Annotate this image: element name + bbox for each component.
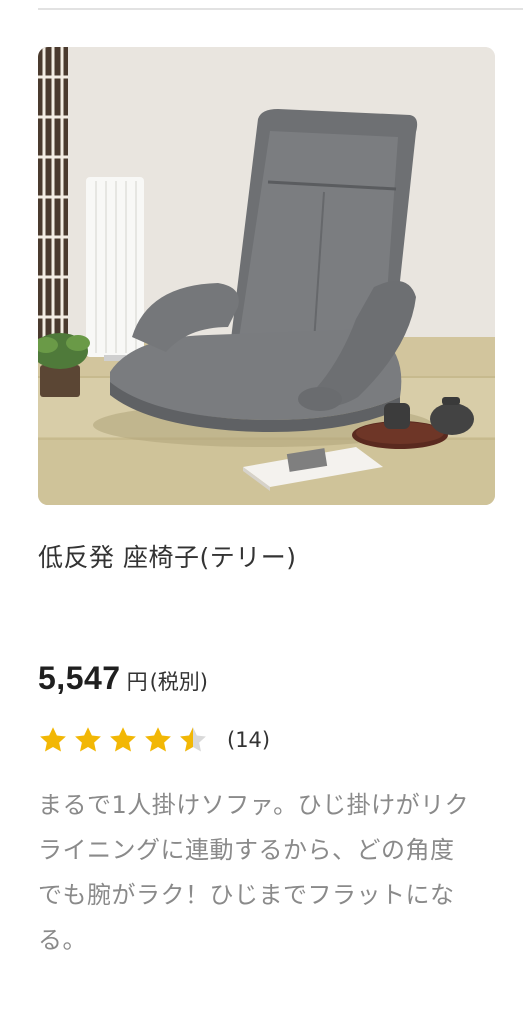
chair-photo: [38, 47, 495, 505]
review-count[interactable]: (14): [227, 728, 270, 752]
star-rating: [38, 725, 213, 755]
rating[interactable]: (14): [38, 722, 270, 758]
page: 低反発 座椅子(テリー) 5,547 円 (税別) (14) まるで1人掛けソフ…: [0, 0, 523, 1024]
star-full-icon: [110, 727, 136, 752]
tax-note: (税別): [149, 670, 208, 694]
price-unit: 円: [126, 670, 148, 694]
price-value: 5,547: [38, 660, 121, 696]
product-image[interactable]: [38, 47, 495, 505]
star-half-icon: [180, 727, 206, 752]
price: 5,547 円 (税別): [38, 660, 208, 697]
product-name[interactable]: 低反発 座椅子(テリー): [38, 538, 296, 574]
star-full-icon: [145, 727, 171, 752]
star-full-icon: [75, 727, 101, 752]
product-card[interactable]: 低反発 座椅子(テリー) 5,547 円 (税別) (14) まるで1人掛けソフ…: [0, 0, 523, 1024]
product-description: まるで1人掛けソファ。ひじ掛けがリクライニングに連動するから、どの角度でも腕がラ…: [38, 791, 470, 954]
star-full-icon: [40, 727, 66, 752]
